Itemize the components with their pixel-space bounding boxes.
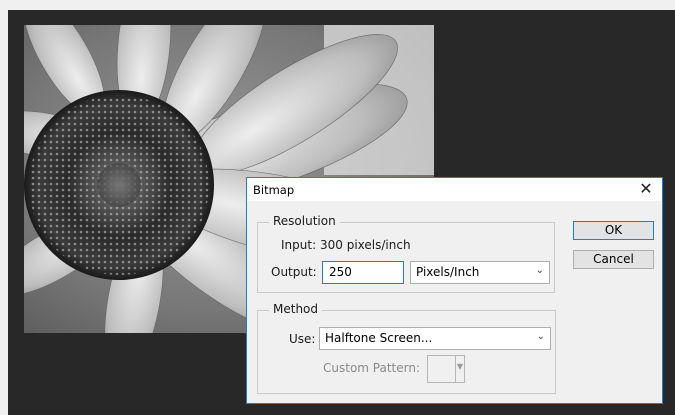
bitmap-dialog: Bitmap ✕ Resolution Input: 300 pixels/in… [246, 177, 663, 404]
pattern-swatch [428, 356, 456, 382]
custom-pattern-label: Custom Pattern: [323, 361, 421, 375]
method-group: Method [257, 302, 556, 394]
close-icon[interactable]: ✕ [636, 179, 656, 199]
ok-button[interactable]: OK [573, 221, 654, 240]
output-field[interactable]: 250 [322, 261, 404, 284]
input-value: 300 pixels/inch [320, 238, 411, 252]
method-use-value: Halftone Screen... [325, 331, 433, 345]
chevron-down-icon: ⌄ [536, 331, 545, 342]
custom-pattern-picker[interactable]: ▼ [427, 355, 465, 383]
output-label: Output: [271, 265, 317, 279]
caret-down-icon: ▼ [456, 362, 463, 371]
resolution-unit-select[interactable]: Pixels/Inch ⌄ [410, 261, 550, 284]
chevron-down-icon: ⌄ [535, 265, 544, 276]
input-label: Input: [281, 238, 317, 252]
method-legend: Method [269, 302, 323, 316]
cancel-button[interactable]: Cancel [573, 250, 654, 269]
dialog-titlebar[interactable]: Bitmap ✕ [247, 178, 662, 201]
resolution-unit-value: Pixels/Inch [416, 265, 480, 279]
method-use-select[interactable]: Halftone Screen... ⌄ [319, 327, 551, 350]
resolution-legend: Resolution [269, 214, 340, 228]
use-label: Use: [289, 332, 316, 346]
output-value: 250 [329, 265, 352, 279]
dialog-title: Bitmap [253, 183, 295, 197]
